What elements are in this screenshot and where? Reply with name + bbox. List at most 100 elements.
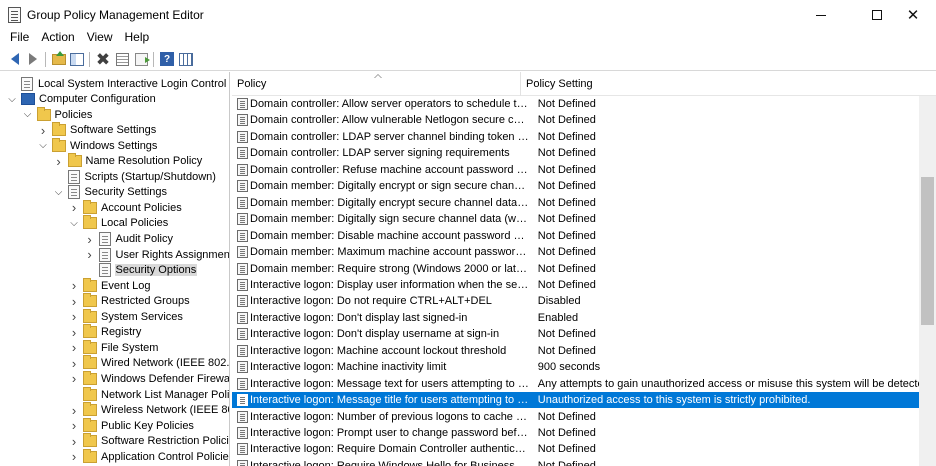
tree-item[interactable]: ⌵ Windows Settings: [38, 137, 158, 153]
policy-row[interactable]: Interactive logon: Require Windows Hello…: [232, 458, 919, 466]
tree-item[interactable]: › File System: [69, 339, 159, 355]
tree-item[interactable]: Scripts (Startup/Shutdown): [54, 169, 217, 184]
column-header-policy-setting[interactable]: Policy Setting: [526, 78, 593, 90]
policy-row[interactable]: Interactive logon: Number of previous lo…: [232, 409, 919, 425]
tree-item[interactable]: › Name Resolution Policy: [54, 153, 204, 169]
policy-setting-icon: [237, 229, 248, 242]
tree-item[interactable]: Network List Manager Polici: [69, 386, 229, 402]
export-list-button[interactable]: [133, 51, 150, 67]
minimize-button[interactable]: [798, 0, 844, 30]
policy-row[interactable]: Interactive logon: Display user informat…: [232, 277, 919, 293]
expand-chevron-icon[interactable]: ›: [69, 325, 79, 340]
policy-row[interactable]: Domain member: Disable machine account p…: [232, 228, 919, 244]
collapse-chevron-icon[interactable]: ⌵: [54, 187, 64, 198]
tree-item[interactable]: Local System Interactive Login Control: [7, 76, 229, 91]
column-resize-handle[interactable]: [520, 72, 521, 96]
tree-item[interactable]: › Software Settings: [38, 122, 157, 138]
delete-button[interactable]: ✖: [95, 51, 111, 68]
back-button[interactable]: [7, 51, 23, 67]
tree-item[interactable]: › Event Log: [69, 277, 152, 293]
policy-setting-icon: [237, 328, 248, 341]
menu-view[interactable]: View: [81, 30, 119, 46]
policy-name: Interactive logon: Machine inactivity li…: [250, 361, 447, 374]
expand-chevron-icon[interactable]: ›: [69, 309, 79, 324]
properties-button[interactable]: [114, 51, 130, 67]
tree-item[interactable]: ⌵ Local Policies: [69, 215, 169, 231]
expand-chevron-icon[interactable]: ›: [69, 356, 79, 371]
policy-row[interactable]: Domain controller: Allow vulnerable Netl…: [232, 112, 919, 128]
policy-document-icon: [67, 169, 80, 184]
tree-item[interactable]: › Registry: [69, 324, 142, 340]
menu-help[interactable]: Help: [119, 30, 156, 46]
policy-row[interactable]: Domain member: Digitally encrypt or sign…: [232, 178, 919, 194]
expand-chevron-icon[interactable]: ›: [69, 418, 79, 433]
tree-item[interactable]: ⌵ Computer Configuration: [7, 92, 157, 107]
column-header-policy[interactable]: Policy: [237, 78, 266, 90]
policy-row[interactable]: Domain member: Require strong (Windows 2…: [232, 261, 919, 277]
tree-item[interactable]: › Windows Defender Firewall w: [69, 370, 229, 386]
collapse-chevron-icon[interactable]: ⌵: [7, 94, 17, 105]
scrollbar-thumb[interactable]: [921, 177, 934, 325]
expand-chevron-icon[interactable]: ›: [69, 278, 79, 293]
policy-name: Domain controller: LDAP server signing r…: [250, 147, 510, 160]
tree-item[interactable]: › Application Control Policies: [69, 448, 229, 464]
help-button[interactable]: ?: [159, 51, 175, 67]
expand-chevron-icon[interactable]: ›: [69, 403, 79, 418]
menu-file[interactable]: File: [0, 30, 35, 46]
tree-item[interactable]: › Public Key Policies: [69, 417, 195, 433]
collapse-chevron-icon[interactable]: ⌵: [69, 218, 79, 229]
policy-row[interactable]: Domain member: Digitally sign secure cha…: [232, 211, 919, 227]
policy-row[interactable]: Interactive logon: Don't display usernam…: [232, 326, 919, 342]
tree-item[interactable]: › Restricted Groups: [69, 293, 191, 309]
policy-row[interactable]: Interactive logon: Prompt user to change…: [232, 425, 919, 441]
policy-row[interactable]: Domain controller: LDAP server signing r…: [232, 145, 919, 161]
show-hide-tree-button[interactable]: [69, 51, 85, 67]
close-button[interactable]: ✕: [890, 0, 936, 30]
tree-item[interactable]: › Wired Network (IEEE 802.3) P: [69, 355, 229, 371]
policy-row[interactable]: Interactive logon: Don't display last si…: [232, 310, 919, 326]
policy-row[interactable]: Interactive logon: Require Domain Contro…: [232, 441, 919, 457]
tree-item[interactable]: › Account Policies: [69, 199, 183, 215]
policy-row[interactable]: Domain member: Maximum machine account p…: [232, 244, 919, 260]
policy-row[interactable]: Domain controller: LDAP server channel b…: [232, 129, 919, 145]
policy-setting-icon: [237, 344, 248, 357]
expand-chevron-icon[interactable]: ›: [85, 232, 95, 247]
menu-action[interactable]: Action: [35, 30, 80, 46]
collapse-chevron-icon[interactable]: ⌵: [38, 140, 48, 151]
policy-row[interactable]: Domain member: Digitally encrypt secure …: [232, 195, 919, 211]
policy-row[interactable]: Interactive logon: Message text for user…: [232, 376, 919, 392]
policy-row[interactable]: Interactive logon: Machine account locko…: [232, 343, 919, 359]
toolbar-separator: [89, 52, 90, 67]
policy-row[interactable]: Interactive logon: Do not require CTRL+A…: [232, 293, 919, 309]
forward-button[interactable]: [25, 51, 41, 67]
policy-row[interactable]: Interactive logon: Machine inactivity li…: [232, 359, 919, 375]
expand-chevron-icon[interactable]: ›: [38, 123, 48, 138]
expand-chevron-icon[interactable]: ›: [69, 371, 79, 386]
tree-item[interactable]: › Audit Policy: [85, 232, 174, 247]
expand-chevron-icon[interactable]: ›: [69, 449, 79, 464]
policy-setting-value: Not Defined: [537, 130, 596, 143]
collapse-chevron-icon[interactable]: ⌵: [23, 109, 33, 120]
tree-item[interactable]: › Software Restriction Policies: [69, 433, 230, 449]
tree-item[interactable]: ⌵ Policies: [23, 106, 94, 122]
tree-item[interactable]: ⌵ Security Settings: [54, 185, 169, 200]
expand-chevron-icon[interactable]: ›: [69, 340, 79, 355]
up-one-level-button[interactable]: [51, 50, 67, 67]
policy-row[interactable]: Domain controller: Refuse machine accoun…: [232, 162, 919, 178]
console-tree-button[interactable]: [178, 51, 194, 67]
policy-row[interactable]: Interactive logon: Message title for use…: [232, 392, 919, 409]
tree-item[interactable]: › User Rights Assignment: [85, 247, 229, 262]
tree-item-label: Security Options: [114, 264, 198, 277]
expand-chevron-icon[interactable]: ›: [69, 200, 79, 215]
tree-item[interactable]: Security Options: [85, 263, 198, 278]
expand-chevron-icon[interactable]: ›: [69, 434, 79, 449]
expand-chevron-icon[interactable]: ›: [54, 154, 64, 169]
tree-item[interactable]: › Wireless Network (IEEE 802.1: [69, 402, 229, 418]
tree-item-label: Software Restriction Policies: [101, 435, 230, 448]
expand-chevron-icon[interactable]: ›: [69, 294, 79, 309]
expand-chevron-icon[interactable]: ›: [85, 247, 95, 262]
tree-item-label: Name Resolution Policy: [85, 155, 203, 168]
policy-setting-value: Not Defined: [537, 114, 596, 127]
tree-item[interactable]: › System Services: [69, 308, 184, 324]
policy-row[interactable]: Domain controller: Allow server operator…: [232, 96, 919, 112]
